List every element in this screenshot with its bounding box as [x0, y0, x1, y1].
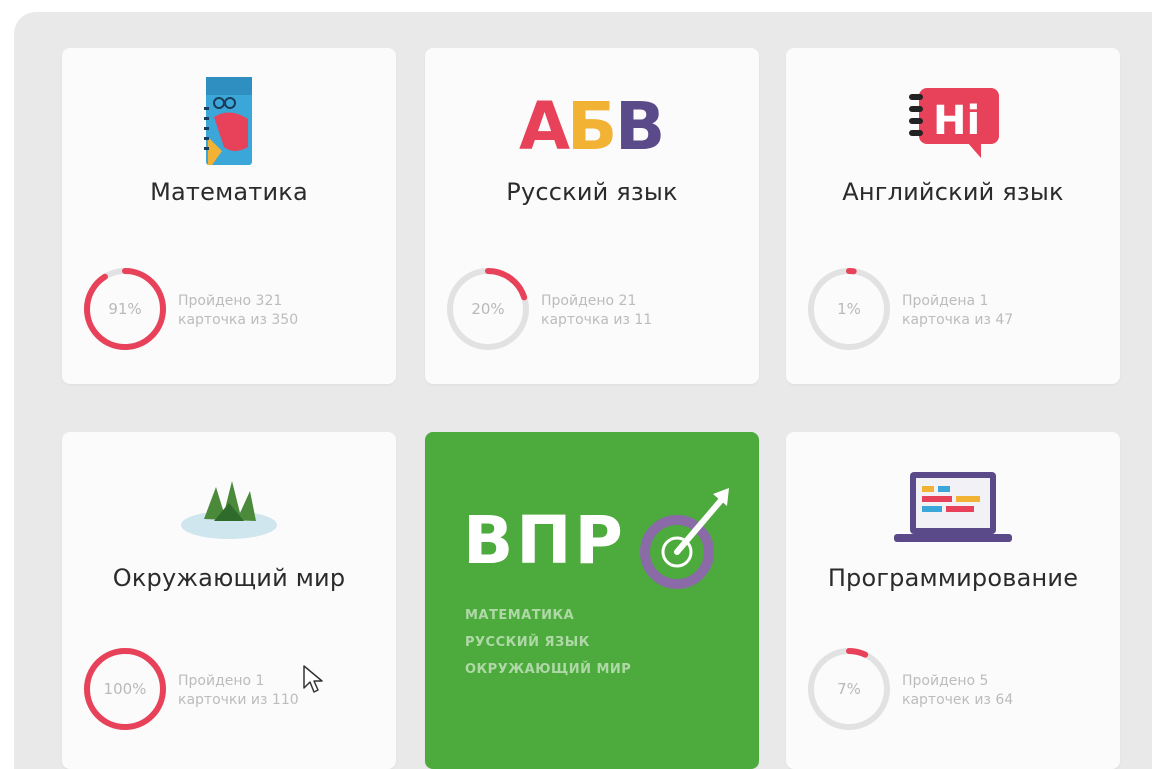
abv-letters-icon: А Б В — [517, 74, 667, 172]
subject-title: Окружающий мир — [112, 564, 346, 592]
progress-line-1: Пройдено 21 — [541, 293, 637, 309]
progress-line-1: Пройдено 321 — [178, 293, 283, 309]
laptop-icon — [888, 462, 1018, 554]
svg-text:Б: Б — [567, 88, 617, 163]
progress-line-2: карточки из 110 — [178, 692, 299, 708]
vpr-item: МАТЕМАТИКА — [465, 608, 575, 623]
progress-line-2: карточек из 64 — [902, 692, 1014, 708]
svg-text:Hi: Hi — [933, 98, 980, 144]
progress-block: 1% Пройдена 1 карточка из 47 — [804, 264, 1104, 354]
progress-text: Пройдено 321 карточка из 350 — [178, 292, 298, 330]
progress-percent: 100% — [103, 680, 147, 698]
progress-percent: 20% — [471, 300, 505, 318]
progress-block: 100% Пройдено 1 карточки из 110 — [80, 644, 380, 734]
vpr-item: ОКРУЖАЮЩИЙ МИР — [465, 662, 632, 677]
mouse-cursor-icon — [302, 664, 324, 698]
subject-card-programming[interactable]: Программирование 7% Пройдено 5 карточек … — [786, 432, 1120, 769]
progress-block: 91% Пройдено 321 карточка из 350 — [80, 264, 380, 354]
progress-percent: 1% — [837, 300, 861, 318]
hi-speech-bubble-icon: Hi — [905, 74, 1001, 172]
progress-line-2: карточка из 47 — [902, 312, 1014, 328]
vpr-title: ВПР — [463, 502, 626, 579]
plant-icon — [174, 462, 284, 554]
progress-text: Пройдена 1 карточка из 47 — [902, 292, 1013, 330]
svg-text:А: А — [519, 88, 570, 163]
subject-card-russian[interactable]: А Б В Русский язык 20% Пройдено 21 карто… — [425, 48, 759, 384]
progress-line-2: карточка из 350 — [178, 312, 299, 328]
vpr-item: РУССКИЙ ЯЗЫК — [465, 635, 590, 650]
progress-text: Пройдено 1 карточки из 110 — [178, 672, 299, 710]
progress-line-1: Пройдено 5 — [902, 673, 989, 689]
svg-text:В: В — [615, 88, 665, 163]
vpr-subject-list: МАТЕМАТИКА РУССКИЙ ЯЗЫК ОКРУЖАЮЩИЙ МИР — [465, 608, 631, 689]
subject-title: Русский язык — [506, 178, 678, 206]
progress-line-2: карточка из 11 — [541, 312, 653, 328]
subject-card-english[interactable]: Hi Английский язык 1% Пройдена 1 карточк… — [786, 48, 1120, 384]
subject-card-math[interactable]: Математика 91% Пройдено 321 карточка из … — [62, 48, 396, 384]
progress-percent: 91% — [108, 300, 142, 318]
subject-title: Математика — [150, 178, 308, 206]
progress-text: Пройдено 21 карточка из 11 — [541, 292, 652, 330]
progress-block: 7% Пройдено 5 карточек из 64 — [804, 644, 1104, 734]
subject-card-world[interactable]: Окружающий мир 100% Пройдено 1 карточки … — [62, 432, 396, 769]
subject-title: Программирование — [827, 564, 1079, 592]
vpr-card[interactable]: ВПР МАТЕМАТИКА РУССКИЙ ЯЗЫК ОКРУЖАЮЩИЙ М… — [425, 432, 759, 769]
progress-line-1: Пройдено 1 — [178, 673, 265, 689]
progress-text: Пройдено 5 карточек из 64 — [902, 672, 1013, 710]
progress-percent: 7% — [837, 680, 861, 698]
progress-line-1: Пройдена 1 — [902, 293, 989, 309]
target-arrow-icon — [637, 484, 737, 598]
subject-title: Английский язык — [842, 178, 1064, 206]
progress-block: 20% Пройдено 21 карточка из 11 — [443, 264, 743, 354]
notebook-icon — [204, 74, 254, 172]
